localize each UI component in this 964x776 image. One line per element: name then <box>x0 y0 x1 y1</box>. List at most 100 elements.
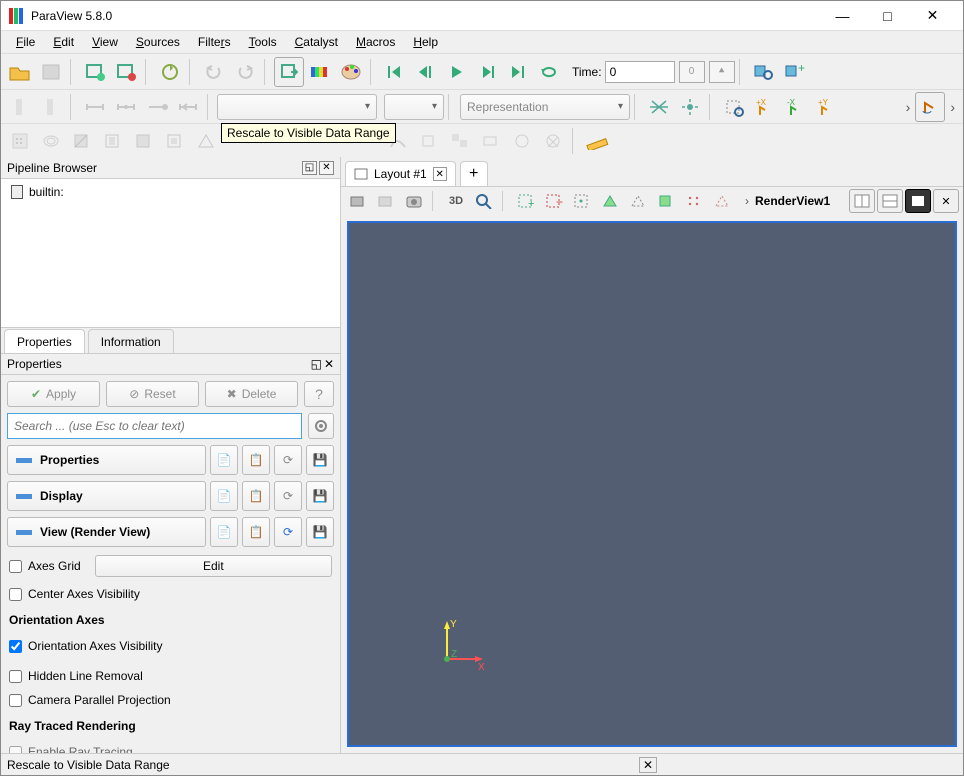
properties-gear-button[interactable] <box>308 413 334 439</box>
next-frame-button[interactable] <box>473 57 503 87</box>
section-properties-header[interactable]: Properties <box>7 445 206 475</box>
axes-grid-checkbox[interactable] <box>9 560 22 573</box>
paste-display-button[interactable]: 📋 <box>242 481 270 511</box>
restore-display-button[interactable]: ⟳ <box>274 481 302 511</box>
orientation-axes-vis-checkbox[interactable] <box>9 640 22 653</box>
axes-grid-edit-button[interactable]: Edit <box>95 555 332 577</box>
save-view-button[interactable]: 💾 <box>306 517 334 547</box>
delete-button[interactable]: ✖Delete <box>205 381 298 407</box>
split-v-button[interactable] <box>877 189 903 213</box>
hover-select-button[interactable] <box>709 189 735 213</box>
reset-camera-button[interactable] <box>644 92 674 122</box>
layout-tab-add-button[interactable]: + <box>460 161 488 186</box>
menu-help[interactable]: Help <box>404 33 447 51</box>
ruler-button[interactable] <box>582 126 612 156</box>
select-cells-poly-button[interactable] <box>597 189 623 213</box>
disconnect-button[interactable] <box>111 57 141 87</box>
reset-button[interactable]: ⊘Reset <box>106 381 199 407</box>
edit-color-map-button[interactable] <box>36 92 66 122</box>
select-cells-button[interactable]: + <box>513 189 539 213</box>
extract-level-button[interactable] <box>476 126 506 156</box>
axis-rotate-button[interactable] <box>915 92 945 122</box>
enable-ray-checkbox[interactable] <box>9 746 22 754</box>
rescale-visible-button[interactable] <box>173 92 203 122</box>
paste-view-button[interactable]: 📋 <box>242 517 270 547</box>
maximize-button[interactable]: □ <box>865 2 910 30</box>
rescale-data-range-button[interactable] <box>80 92 110 122</box>
copy-display-button[interactable]: 📄 <box>210 481 238 511</box>
open-file-button[interactable] <box>5 57 35 87</box>
close-button[interactable]: ✕ <box>910 2 955 30</box>
color-map-button[interactable] <box>305 57 335 87</box>
point-data-button[interactable] <box>538 126 568 156</box>
representation-combo[interactable]: Representation▾ <box>460 94 630 120</box>
hidden-line-checkbox[interactable] <box>9 670 22 683</box>
plus-x-button[interactable]: +X <box>750 92 780 122</box>
show-color-legend-button[interactable] <box>5 92 35 122</box>
zoom-to-box-button[interactable] <box>719 92 749 122</box>
split-h-button[interactable] <box>849 189 875 213</box>
minimize-button[interactable]: — <box>820 2 865 30</box>
menu-file[interactable]: File <box>7 33 44 51</box>
layout-tab-close-button[interactable]: ✕ <box>433 167 447 181</box>
rescale-temporal-button[interactable] <box>142 92 172 122</box>
save-data-button[interactable] <box>36 57 66 87</box>
group-button[interactable] <box>445 126 475 156</box>
copy-view-button[interactable]: 📄 <box>210 517 238 547</box>
auto-apply-button[interactable] <box>274 57 304 87</box>
menu-tools[interactable]: Tools <box>240 33 286 51</box>
copy-props-button[interactable]: 📄 <box>210 445 238 475</box>
warp-button[interactable] <box>414 126 444 156</box>
tab-properties[interactable]: Properties <box>4 329 85 353</box>
scalar-coloring-combo[interactable]: ▾ <box>217 94 377 120</box>
pipeline-item-builtin[interactable]: builtin: <box>7 183 334 201</box>
status-close-button[interactable]: ✕ <box>639 757 657 773</box>
menu-edit[interactable]: Edit <box>44 33 83 51</box>
section-view-header[interactable]: View (Render View) <box>7 517 206 547</box>
zoom-to-data-button[interactable] <box>675 92 705 122</box>
loop-button[interactable] <box>535 57 565 87</box>
apply-button[interactable]: ✔Apply <box>7 381 100 407</box>
save-display-button[interactable]: 💾 <box>306 481 334 511</box>
pipeline-tree[interactable]: builtin: <box>1 179 340 327</box>
frame-spinner[interactable]: 0 <box>679 61 705 83</box>
interaction-mode-button[interactable]: 3D <box>443 189 469 213</box>
menu-view[interactable]: View <box>83 33 127 51</box>
calculator-button[interactable] <box>5 126 35 156</box>
deselect-cells-button[interactable]: − <box>541 189 567 213</box>
camera-undo-button[interactable] <box>373 189 399 213</box>
undo-button[interactable] <box>199 57 229 87</box>
layout-tab-1[interactable]: Layout #1 ✕ <box>345 161 456 186</box>
select-points-poly-button[interactable] <box>625 189 651 213</box>
pipeline-close-button[interactable]: ✕ <box>319 161 334 175</box>
menu-macros[interactable]: Macros <box>347 33 404 51</box>
threshold-button[interactable] <box>129 126 159 156</box>
properties-search-input[interactable] <box>7 413 302 439</box>
first-frame-button[interactable] <box>380 57 410 87</box>
slice-button[interactable] <box>98 126 128 156</box>
play-button[interactable] <box>442 57 472 87</box>
contour-button[interactable] <box>36 126 66 156</box>
properties-float-button[interactable]: ◱ <box>311 357 322 371</box>
menu-filters[interactable]: Filters <box>189 33 240 51</box>
menu-catalyst[interactable]: Catalyst <box>286 33 347 51</box>
time-input[interactable] <box>605 61 675 83</box>
camera-parallel-checkbox[interactable] <box>9 694 22 707</box>
color-palette-button[interactable] <box>336 57 366 87</box>
tab-information[interactable]: Information <box>88 329 174 353</box>
reload-button[interactable] <box>155 57 185 87</box>
screenshot-button[interactable] <box>401 189 427 213</box>
prev-frame-button[interactable] <box>411 57 441 87</box>
interactive-select-button[interactable] <box>681 189 707 213</box>
extract-button[interactable] <box>160 126 190 156</box>
find-data-button[interactable] <box>749 57 779 87</box>
cell-data-button[interactable] <box>507 126 537 156</box>
connect-button[interactable] <box>80 57 110 87</box>
frame-spin-buttons[interactable]: ⯅ <box>709 61 735 83</box>
center-axes-checkbox[interactable] <box>9 588 22 601</box>
pipeline-float-button[interactable]: ◱ <box>302 161 317 175</box>
paste-props-button[interactable]: 📋 <box>242 445 270 475</box>
close-view-button[interactable]: ✕ <box>933 189 959 213</box>
clip-button[interactable] <box>67 126 97 156</box>
plus-y-button[interactable]: +Y <box>812 92 842 122</box>
